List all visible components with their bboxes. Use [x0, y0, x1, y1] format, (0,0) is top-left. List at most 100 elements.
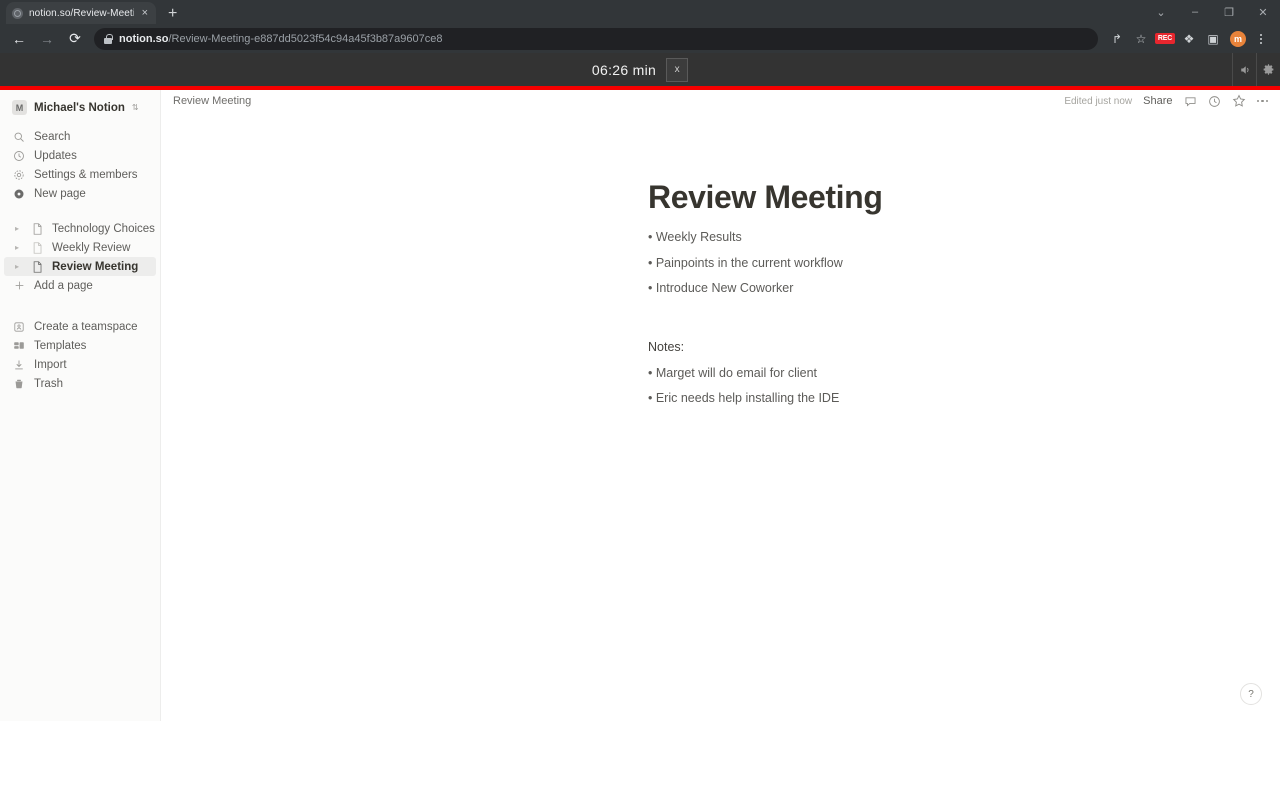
sidebar-item-updates[interactable]: Updates — [4, 146, 156, 165]
topbar-actions: Edited just now Share — [1064, 94, 1268, 108]
address-bar[interactable]: notion.so/Review-Meeting-e887dd5023f54c9… — [94, 27, 1098, 50]
kebab-menu-icon[interactable] — [1252, 33, 1270, 44]
sidebar-item-label: Weekly Review — [52, 241, 131, 254]
minimize-icon[interactable]: ‒ — [1178, 0, 1212, 24]
globe-icon — [12, 7, 23, 19]
comment-icon[interactable] — [1184, 95, 1197, 108]
page-icon — [30, 260, 44, 274]
breadcrumb[interactable]: Review Meeting — [173, 95, 251, 107]
sidebar-nav-group: Search Updates Settings & members New pa… — [0, 127, 160, 203]
sidebar-item-add-a-page[interactable]: Add a page — [4, 276, 156, 295]
reload-button[interactable]: ⟳ — [62, 27, 88, 51]
sidebar-item-label: Settings & members — [34, 168, 138, 181]
recording-badge-label: REC — [1154, 33, 1176, 44]
agenda-item[interactable]: • Weekly Results — [648, 231, 1280, 244]
sidebar-item-label: Technology Choices — [52, 222, 155, 235]
maximize-icon[interactable]: ❐ — [1212, 0, 1246, 24]
sidebar-item-search[interactable]: Search — [4, 127, 156, 146]
side-panel-icon[interactable]: ▣ — [1202, 28, 1224, 50]
close-window-icon[interactable]: ✕ — [1246, 0, 1280, 24]
forward-button[interactable]: → — [34, 27, 60, 51]
address-host: notion.so — [119, 32, 169, 45]
gear-icon[interactable] — [1256, 53, 1280, 86]
timer-controls — [1232, 53, 1280, 86]
sidebar-item-label: New page — [34, 187, 86, 200]
main-content: Review Meeting Edited just now Share Rev… — [161, 90, 1280, 721]
sidebar-item-templates[interactable]: Templates — [4, 336, 156, 355]
agenda-item[interactable]: • Introduce New Coworker — [648, 282, 1280, 295]
sidebar-item-label: Create a teamspace — [34, 320, 138, 333]
sidebar-item-label: Updates — [34, 149, 77, 162]
clock-icon — [12, 149, 26, 163]
browser-window: notion.so/Review-Meeting-e887 × + ⌄ ‒ ❐ … — [0, 0, 1280, 721]
page-icon — [30, 241, 44, 255]
history-clock-icon[interactable] — [1208, 95, 1221, 108]
recording-timer-bar: 06:26 min x — [0, 53, 1280, 86]
edited-status: Edited just now — [1064, 95, 1133, 107]
favorite-star-icon[interactable] — [1232, 94, 1246, 108]
page-bottom-area — [0, 718, 1280, 800]
sidebar-item-import[interactable]: Import — [4, 355, 156, 374]
sidebar-item-new-page[interactable]: New page — [4, 184, 156, 203]
sidebar-item-technology-choices[interactable]: ▸ Technology Choices — [4, 219, 156, 238]
more-options-icon[interactable] — [1256, 99, 1268, 103]
browser-tab[interactable]: notion.so/Review-Meeting-e887 × — [6, 2, 156, 24]
stop-timer-button[interactable]: x — [666, 57, 689, 82]
extensions-icon[interactable]: ❖ — [1178, 28, 1200, 50]
sidebar-item-label: Add a page — [34, 279, 93, 292]
tab-title: notion.so/Review-Meeting-e887 — [29, 7, 134, 19]
page-title[interactable]: Review Meeting — [648, 179, 1280, 215]
trash-icon — [12, 377, 26, 391]
tab-strip: notion.so/Review-Meeting-e887 × + ⌄ ‒ ❐ … — [0, 0, 1280, 24]
back-button[interactable]: ← — [6, 27, 32, 51]
page-topbar: Review Meeting Edited just now Share — [161, 90, 1280, 112]
agenda-item[interactable]: • Painpoints in the current workflow — [648, 257, 1280, 270]
profile-avatar[interactable]: m — [1230, 30, 1246, 47]
note-item[interactable]: • Marget will do email for client — [648, 367, 1280, 380]
sidebar-item-review-meeting[interactable]: ▸ Review Meeting — [4, 257, 156, 276]
sidebar-bottom-group: Create a teamspace Templates Import Tras… — [0, 317, 160, 393]
workspace-switcher[interactable]: M Michael's Notion ⇅ — [4, 96, 156, 119]
teamspace-icon — [12, 320, 26, 334]
toolbar-icons: ↱ ☆ REC ❖ ▣ m — [1106, 28, 1274, 50]
help-button[interactable]: ? — [1240, 683, 1262, 705]
sidebar-item-settings[interactable]: Settings & members — [4, 165, 156, 184]
document-body: Review Meeting • Weekly Results • Painpo… — [161, 112, 1280, 418]
share-icon[interactable]: ↱ — [1106, 28, 1128, 50]
workspace-name: Michael's Notion — [34, 101, 125, 114]
notion-app: M Michael's Notion ⇅ Search Updates Sett… — [0, 90, 1280, 721]
timer-group: 06:26 min x — [592, 57, 689, 82]
templates-icon — [12, 339, 26, 353]
import-icon — [12, 358, 26, 372]
sidebar: M Michael's Notion ⇅ Search Updates Sett… — [0, 90, 161, 721]
sidebar-item-label: Review Meeting — [52, 260, 139, 273]
search-icon — [12, 130, 26, 144]
sidebar-item-label: Search — [34, 130, 71, 143]
sidebar-item-trash[interactable]: Trash — [4, 374, 156, 393]
gear-icon — [12, 168, 26, 182]
chevron-right-icon[interactable]: ▸ — [12, 243, 22, 252]
plus-icon — [12, 279, 26, 293]
workspace-avatar: M — [12, 100, 27, 115]
lock-icon — [104, 33, 113, 44]
address-path: /Review-Meeting-e887dd5023f54c94a45f3b87… — [168, 32, 443, 45]
chevron-right-icon[interactable]: ▸ — [12, 224, 22, 233]
sidebar-item-weekly-review[interactable]: ▸ Weekly Review — [4, 238, 156, 257]
sidebar-pages-group: ▸ Technology Choices ▸ Weekly Review ▸ R… — [0, 219, 160, 295]
new-tab-button[interactable]: + — [168, 6, 177, 22]
address-url: notion.so/Review-Meeting-e887dd5023f54c9… — [119, 33, 443, 45]
sidebar-item-label: Trash — [34, 377, 63, 390]
note-item[interactable]: • Eric needs help installing the IDE — [648, 392, 1280, 405]
page-icon — [30, 222, 44, 236]
bookmark-star-icon[interactable]: ☆ — [1130, 28, 1152, 50]
speaker-icon[interactable] — [1232, 53, 1256, 86]
close-icon[interactable]: × — [140, 7, 150, 19]
window-controls: ⌄ ‒ ❐ ✕ — [1144, 0, 1280, 24]
notes-heading[interactable]: Notes: — [648, 340, 1280, 354]
share-button[interactable]: Share — [1143, 95, 1172, 107]
chevron-right-icon[interactable]: ▸ — [12, 262, 22, 271]
chevron-down-icon[interactable]: ⌄ — [1144, 0, 1178, 24]
sidebar-item-create-a-teamspace[interactable]: Create a teamspace — [4, 317, 156, 336]
recording-badge[interactable]: REC — [1154, 28, 1176, 50]
